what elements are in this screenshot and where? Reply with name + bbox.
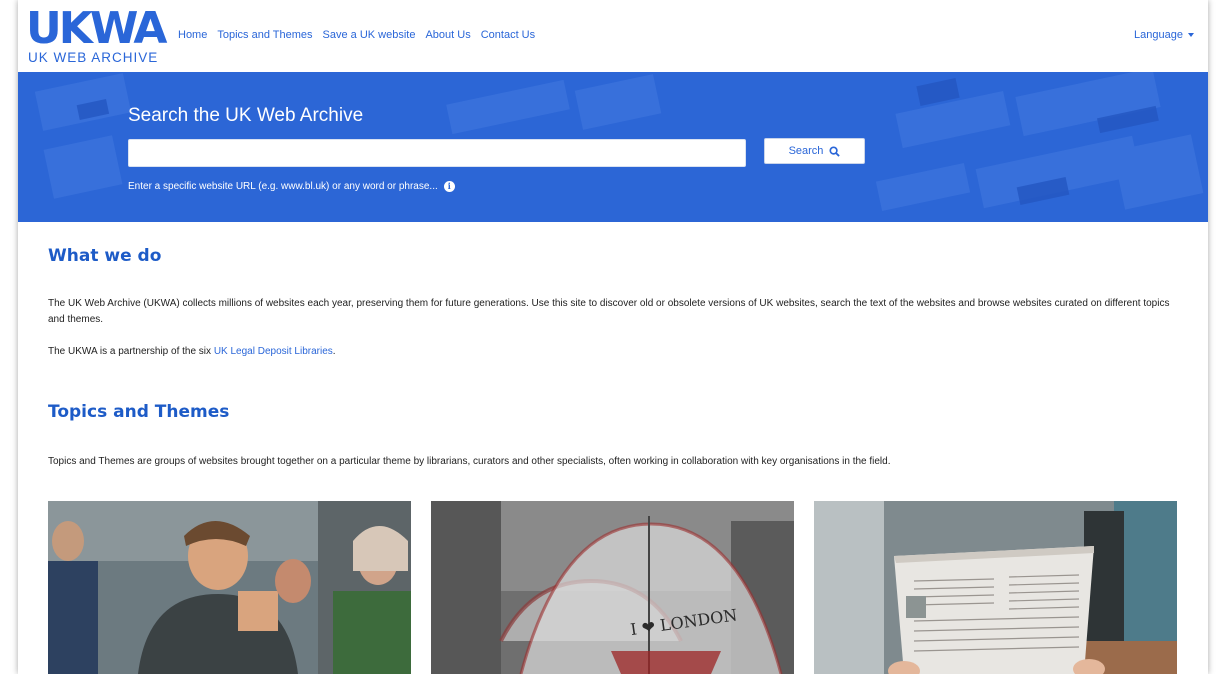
legal-deposit-libraries-link[interactable]: UK Legal Deposit Libraries [214,346,333,357]
search-input[interactable] [128,139,746,167]
topic-cards: I ❤ LONDON [48,501,1177,674]
search-hero: Search the UK Web Archive Search Enter a… [18,72,1208,222]
nav-topics-and-themes[interactable]: Topics and Themes [217,29,312,41]
newspaper-photo-icon [814,501,1177,674]
search-hint-text: Enter a specific website URL (e.g. www.b… [128,181,438,192]
search-icon [829,145,841,157]
info-icon[interactable]: i [443,181,455,192]
partnership-prefix: The UKWA is a partnership of the six [48,346,214,357]
umbrella-photo-icon: I ❤ LONDON [431,501,794,674]
topics-and-themes-heading: Topics and Themes [48,402,230,422]
main-nav: Home Topics and Themes Save a UK website… [178,29,535,41]
nav-save-a-uk-website[interactable]: Save a UK website [323,29,416,41]
what-we-do-heading: What we do [48,246,162,266]
nav-contact-us[interactable]: Contact Us [481,29,535,41]
logo-mark: UKWA [26,3,167,54]
topics-description: Topics and Themes are groups of websites… [48,456,891,467]
language-dropdown[interactable]: Language [1134,29,1194,41]
search-button[interactable]: Search [764,138,865,164]
nav-about-us[interactable]: About Us [425,29,470,41]
nav-home[interactable]: Home [178,29,207,41]
language-label: Language [1134,29,1183,41]
partnership-suffix: . [332,346,336,357]
people-photo-icon [48,501,411,674]
what-we-do-paragraph: The UK Web Archive (UKWA) collects milli… [48,298,1170,325]
topic-card-people[interactable] [48,501,411,674]
topic-card-umbrella[interactable]: I ❤ LONDON [431,501,794,674]
site-header: UKWA UK WEB ARCHIVE Home Topics and Them… [18,0,1208,72]
browser-page: UKWA UK WEB ARCHIVE Home Topics and Them… [18,0,1208,674]
search-hint: Enter a specific website URL (e.g. www.b… [128,181,455,192]
hero-title: Search the UK Web Archive [128,105,364,126]
topic-card-newspaper[interactable] [814,501,1177,674]
partnership-paragraph: The UKWA is a partnership of the six UK … [48,344,1188,360]
logo-subtitle: UK WEB ARCHIVE [28,50,159,65]
ukwa-logo[interactable]: UKWA UK WEB ARCHIVE [26,6,176,66]
caret-down-icon [1188,33,1194,37]
search-button-label: Search [788,145,824,157]
